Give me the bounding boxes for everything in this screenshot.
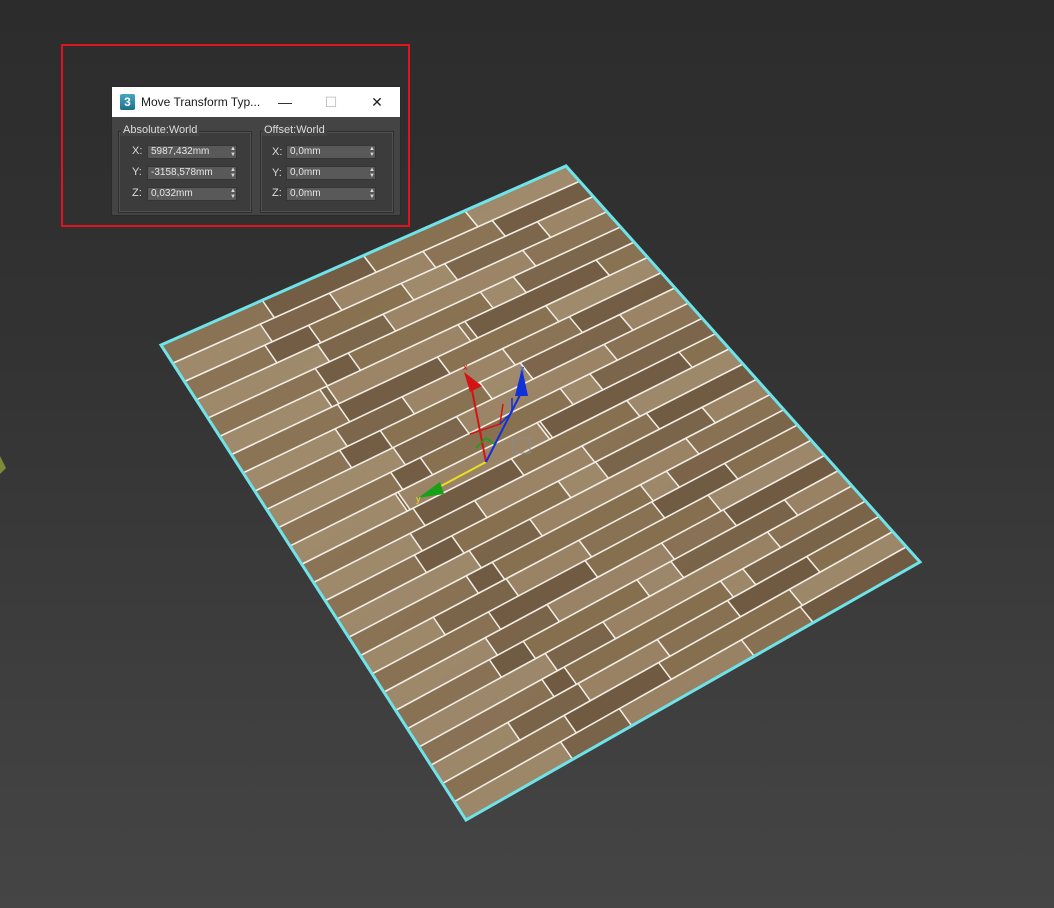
floor-planks [161, 166, 920, 820]
move-transform-type-in-dialog[interactable]: 3 Move Transform Typ... — ☐ ✕ Absolute:W… [112, 87, 400, 215]
z-axis-label: z [520, 364, 525, 374]
absolute-y-spinner[interactable]: ▲ ▼ [229, 167, 237, 179]
absolute-y-field[interactable]: -3158,578mm [147, 166, 237, 180]
absolute-z-spinner[interactable]: ▲ ▼ [229, 188, 237, 200]
close-button[interactable]: ✕ [354, 87, 400, 117]
y-axis-label: y [416, 494, 421, 504]
offset-z-field[interactable]: 0,0mm [286, 187, 376, 201]
maximize-button[interactable]: ☐ [308, 87, 354, 117]
viewport-3d[interactable]: x y z 3 Move Transform Typ... — ☐ ✕ Abso… [0, 0, 1054, 908]
absolute-x-spinner[interactable]: ▲ ▼ [229, 146, 237, 158]
floor-plane[interactable] [158, 164, 923, 823]
offset-y-field[interactable]: 0,0mm [286, 166, 376, 180]
offset-z-label: Z: [272, 187, 282, 199]
offset-x-field[interactable]: 0,0mm [286, 145, 376, 159]
absolute-world-label: Absolute:World [121, 124, 200, 136]
absolute-y-label: Y: [132, 166, 142, 178]
offscreen-object[interactable] [0, 456, 6, 474]
offset-z-spinner[interactable]: ▲ ▼ [368, 188, 376, 200]
offset-world-label: Offset:World [262, 124, 327, 136]
offset-y-label: Y: [272, 167, 282, 179]
absolute-x-field[interactable]: 5987,432mm [147, 145, 237, 159]
3dsmax-app-icon: 3 [120, 94, 135, 110]
x-axis-label: x [463, 362, 468, 372]
offset-y-spinner[interactable]: ▲ ▼ [368, 167, 376, 179]
absolute-z-label: Z: [132, 187, 142, 199]
offset-x-label: X: [272, 146, 283, 158]
dialog-title: Move Transform Typ... [141, 95, 261, 109]
offset-x-spinner[interactable]: ▲ ▼ [368, 146, 376, 158]
absolute-z-field[interactable]: 0,032mm [147, 187, 237, 201]
minimize-button[interactable]: — [262, 87, 308, 117]
absolute-x-label: X: [132, 145, 143, 157]
dialog-titlebar[interactable]: 3 Move Transform Typ... — ☐ ✕ [112, 87, 400, 117]
